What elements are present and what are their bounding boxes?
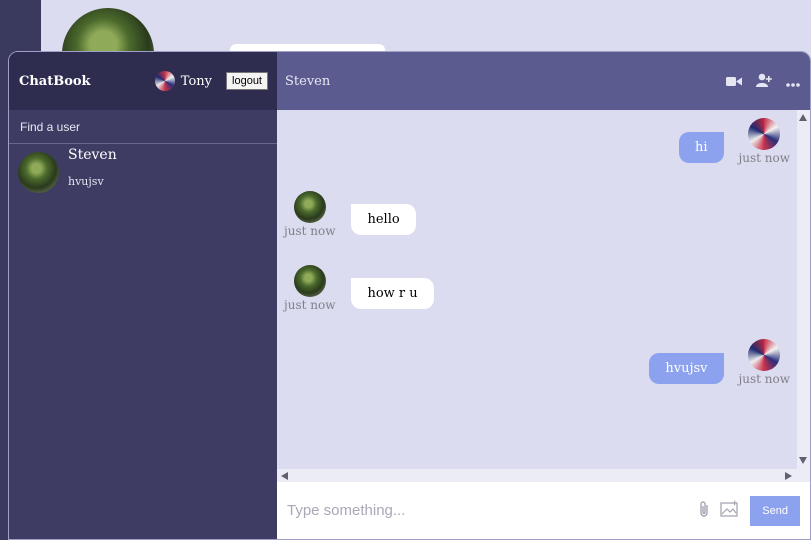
chat-list-item[interactable]: Steven hvujsv (9, 144, 277, 201)
attach-icon[interactable] (698, 500, 710, 522)
message-bubble: hi (679, 132, 724, 163)
message-meta: just now (739, 339, 790, 386)
message-meta: just now (284, 265, 335, 312)
search-box (9, 110, 277, 144)
current-user: Tony logout (154, 71, 268, 91)
message-time: just now (284, 298, 336, 312)
chat-header: Steven (277, 52, 810, 110)
chat-panel: Steven hi just now just now hello just n… (277, 52, 810, 539)
message-other: just now how r u (284, 265, 434, 312)
message-meta: just now (739, 118, 790, 165)
image-icon[interactable] (720, 500, 740, 522)
message-bubble: hvujsv (649, 353, 724, 384)
scroll-up-arrow-icon[interactable] (799, 114, 807, 121)
avatar (748, 118, 781, 150)
chat-actions (726, 72, 800, 91)
message-time: just now (738, 151, 790, 165)
video-icon[interactable] (726, 72, 742, 91)
chat-title: Steven (285, 73, 331, 89)
vertical-scrollbar[interactable] (797, 110, 810, 482)
add-user-icon[interactable] (756, 72, 772, 91)
chat-last-message: hvujsv (68, 175, 104, 188)
app-logo: ChatBook (19, 73, 91, 89)
scroll-left-arrow-icon[interactable] (281, 472, 288, 480)
send-button[interactable]: Send (750, 495, 800, 526)
scroll-right-arrow-icon[interactable] (785, 472, 792, 480)
chat-name: Steven (68, 147, 117, 163)
sidebar: ChatBook Tony logout Steven hvujsv (9, 52, 277, 539)
more-icon[interactable] (786, 72, 800, 91)
avatar (748, 339, 781, 371)
scroll-down-arrow-icon[interactable] (799, 457, 807, 464)
message-own: hvujsv just now (649, 339, 790, 386)
message-time: just now (284, 224, 336, 238)
chat-window: ChatBook Tony logout Steven hvujsv Steve… (8, 51, 811, 540)
navbar: ChatBook Tony logout (9, 52, 277, 110)
message-meta: just now (284, 191, 335, 238)
username: Tony (180, 73, 213, 89)
horizontal-scrollbar[interactable] (277, 469, 810, 482)
messages: hi just now just now hello just now how … (277, 110, 810, 482)
message-other: just now hello (284, 191, 416, 238)
chat-info: Steven hvujsv (68, 147, 117, 188)
user-avatar (154, 71, 175, 91)
message-input-bar: Send (277, 482, 810, 539)
message-time: just now (738, 372, 790, 386)
message-bubble: hello (351, 204, 416, 235)
search-input[interactable] (20, 119, 266, 134)
avatar (18, 152, 59, 193)
avatar (293, 265, 326, 297)
message-input[interactable] (287, 502, 689, 519)
message-own: hi just now (679, 118, 790, 165)
message-bubble: how r u (351, 278, 434, 309)
avatar (293, 191, 326, 223)
logout-button[interactable]: logout (226, 72, 268, 90)
